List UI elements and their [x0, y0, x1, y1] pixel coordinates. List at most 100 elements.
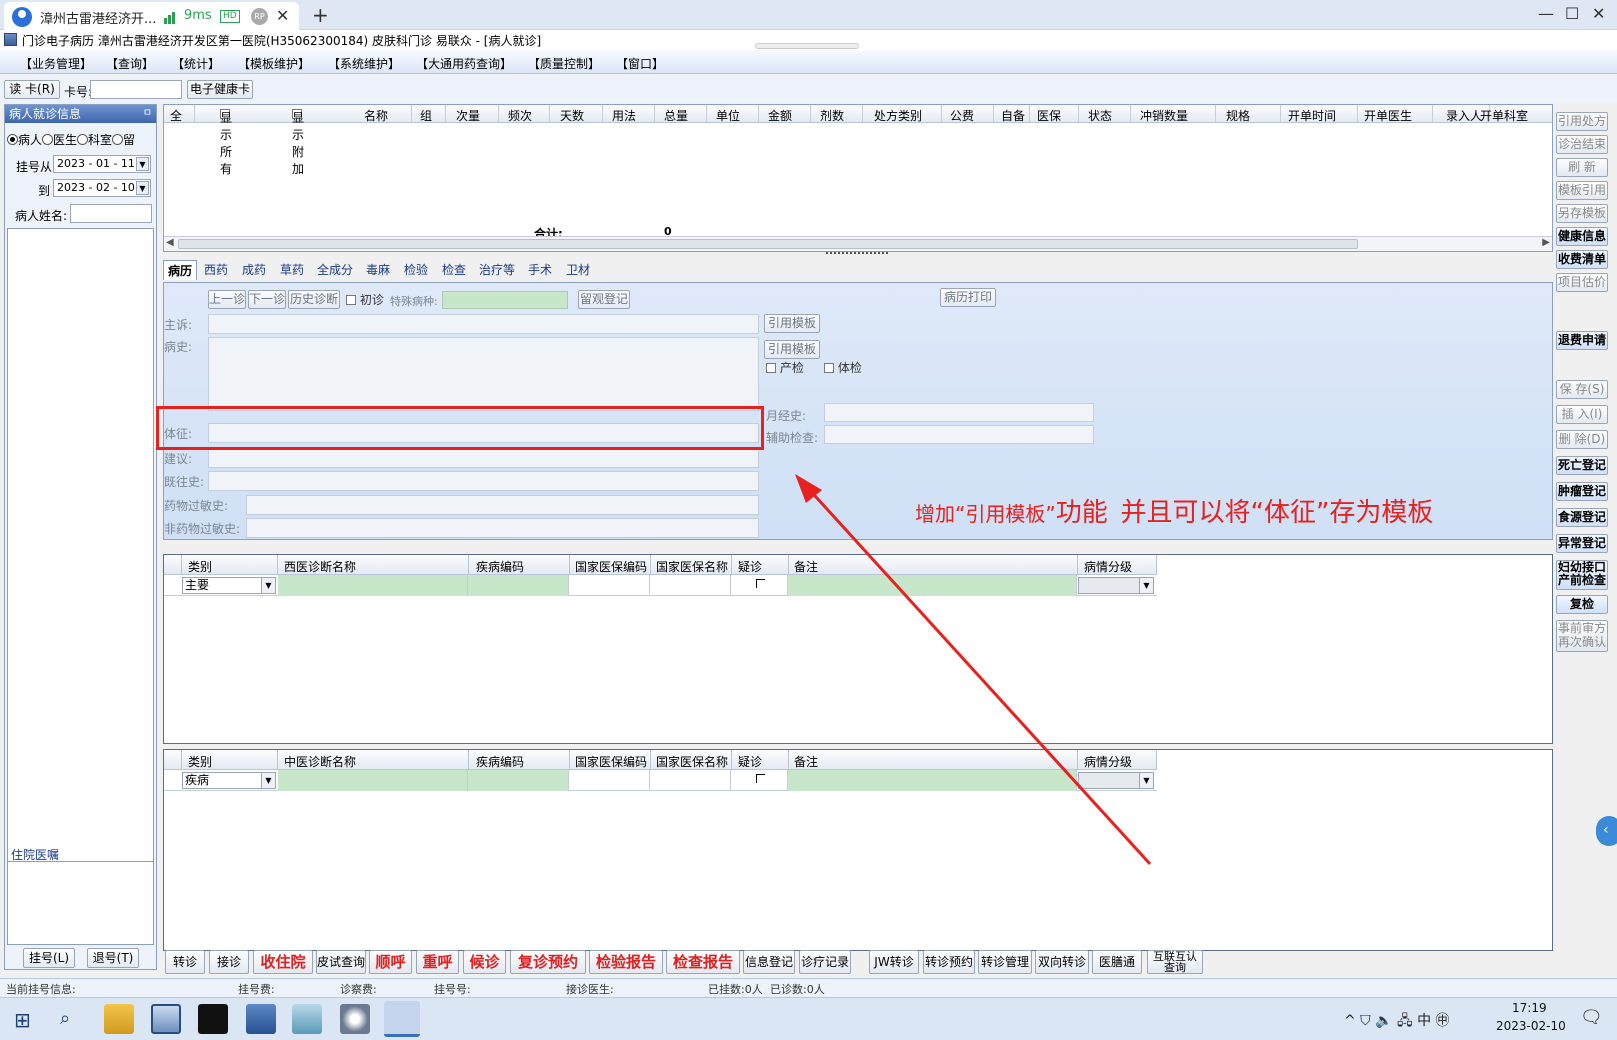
- radio-patient-label[interactable]: 病人: [18, 133, 42, 147]
- followup-appointment-button[interactable]: 复诊预约: [510, 950, 586, 974]
- remark-cell[interactable]: [788, 575, 1077, 596]
- remote-app-icon[interactable]: [151, 1004, 181, 1034]
- chevron-down-icon[interactable]: ▼: [261, 578, 275, 593]
- card-no-input[interactable]: [90, 80, 182, 99]
- severity-select[interactable]: ▼: [1078, 772, 1154, 789]
- category-select[interactable]: 主要 ▼: [182, 577, 276, 594]
- horizontal-scrollbar[interactable]: ◀ ▶: [164, 236, 1552, 251]
- print-record-button[interactable]: 病历打印: [940, 288, 996, 307]
- chevron-down-icon[interactable]: ▼: [1139, 773, 1153, 788]
- radio-doctor-label[interactable]: 医生: [53, 133, 77, 147]
- skin-test-query-button[interactable]: 皮试查询: [316, 950, 366, 974]
- next-visit-button[interactable]: 下一诊: [248, 290, 286, 309]
- tumor-register-button[interactable]: 肿瘤登记: [1556, 482, 1608, 501]
- notes-app-icon[interactable]: [292, 1004, 322, 1034]
- minimize-icon[interactable]: —: [1538, 4, 1554, 23]
- notification-icon[interactable]: 🗨: [1580, 1007, 1603, 1028]
- call-next-button[interactable]: 顺呼: [369, 950, 412, 974]
- menu-query[interactable]: 【查询】: [106, 55, 154, 72]
- file-explorer-icon[interactable]: [104, 1004, 134, 1034]
- admit-button[interactable]: 收住院: [253, 950, 313, 974]
- severity-select[interactable]: ▼: [1078, 577, 1154, 594]
- disease-code-cell[interactable]: [468, 770, 569, 791]
- first-visit-checkbox[interactable]: [346, 295, 356, 305]
- death-register-button[interactable]: 死亡登记: [1556, 456, 1608, 475]
- history-diagnosis-button[interactable]: 历史诊断: [288, 290, 340, 309]
- system-tray-icons[interactable]: ^ ⛉ 🔈 🖧 中 ㊥: [1344, 1010, 1450, 1034]
- prenatal-checkbox[interactable]: [766, 363, 776, 373]
- western-diag-name-cell[interactable]: [278, 575, 468, 596]
- nhsa-code-cell[interactable]: [569, 575, 650, 596]
- radio-dept-icon[interactable]: [77, 134, 89, 145]
- suspected-cell[interactable]: [731, 770, 788, 791]
- info-register-button[interactable]: 信息登记: [743, 950, 795, 974]
- foodborne-register-button[interactable]: 食源登记: [1556, 508, 1608, 527]
- nhsa-name-cell[interactable]: [650, 575, 731, 596]
- remote-session-tab[interactable]: 漳州古雷港经济开... 9ms HD RP ✕: [4, 2, 299, 30]
- register-button[interactable]: 挂号(L): [23, 948, 75, 968]
- tab-treatment[interactable]: 治疗等: [475, 260, 519, 280]
- unregister-button[interactable]: 退号(T): [87, 948, 139, 968]
- radio-stay-icon[interactable]: [112, 134, 124, 145]
- menu-business[interactable]: 【业务管理】: [20, 55, 92, 72]
- tab-examination[interactable]: 检查: [437, 260, 471, 280]
- treatment-record-button[interactable]: 诊疗记录: [799, 950, 851, 974]
- radio-patient-icon[interactable]: [7, 134, 18, 145]
- clock-date[interactable]: 2023-02-10: [1496, 1019, 1566, 1033]
- recheck-button[interactable]: 复检: [1556, 595, 1608, 614]
- past-history-input[interactable]: [208, 471, 759, 491]
- nhsa-name-cell[interactable]: [650, 770, 731, 791]
- scrollbar-thumb[interactable]: [178, 239, 1358, 249]
- tab-western-medicine[interactable]: 西药: [199, 260, 233, 280]
- new-tab-icon[interactable]: +: [312, 3, 329, 27]
- maximize-icon[interactable]: ☐: [1565, 4, 1579, 23]
- recall-button[interactable]: 重呼: [416, 950, 459, 974]
- history-textarea[interactable]: [208, 337, 759, 411]
- refund-request-button[interactable]: 退费申请: [1556, 331, 1608, 350]
- jw-referral-button[interactable]: JW转诊: [869, 950, 919, 974]
- scroll-right-icon[interactable]: ▶: [1542, 237, 1550, 248]
- referral-button[interactable]: 转诊: [165, 950, 205, 974]
- show-all-label[interactable]: 显示所有: [220, 109, 232, 177]
- observation-register-button[interactable]: 留观登记: [578, 290, 630, 309]
- show-extra-label[interactable]: 显示附加: [292, 109, 304, 177]
- tab-medical-record[interactable]: 病历: [163, 260, 197, 280]
- nondrug-allergy-input[interactable]: [246, 518, 759, 538]
- menstrual-input[interactable]: [824, 403, 1094, 422]
- drug-allergy-input[interactable]: [246, 495, 759, 515]
- prescription-grid[interactable]: 全 显示所有 显示附加 名称 组 次量 频次 天数 用法 总量 单位 金额 剂数…: [163, 104, 1553, 252]
- save-button[interactable]: 保 存(S): [1556, 380, 1608, 399]
- suspected-cell[interactable]: [731, 575, 788, 596]
- patient-list[interactable]: [7, 228, 154, 945]
- reg-to-date[interactable]: 2023 - 02 - 10 ▼: [53, 179, 151, 197]
- dropdown-arrow-icon[interactable]: ▼: [136, 181, 149, 195]
- patient-name-input[interactable]: [70, 204, 152, 223]
- radio-dept-label[interactable]: 科室: [88, 133, 112, 147]
- radio-doctor-icon[interactable]: [42, 134, 54, 145]
- windows-start-icon[interactable]: ⊞: [14, 1008, 31, 1032]
- tab-herbal[interactable]: 草药: [275, 260, 309, 280]
- search-icon[interactable]: ⌕: [60, 1008, 70, 1029]
- remark-cell[interactable]: [788, 770, 1077, 791]
- advice-input[interactable]: [208, 448, 759, 468]
- menu-statistics[interactable]: 【统计】: [172, 55, 220, 72]
- abnormal-register-button[interactable]: 异常登记: [1556, 534, 1608, 553]
- tab-lab-test[interactable]: 检验: [399, 260, 433, 280]
- scroll-left-icon[interactable]: ◀: [166, 237, 174, 248]
- tab-narcotics[interactable]: 毒麻: [361, 260, 395, 280]
- menu-window[interactable]: 【窗口】: [616, 55, 664, 72]
- yishantong-button[interactable]: 医膳通: [1092, 950, 1142, 974]
- cite-prescription-button[interactable]: 引用处方: [1556, 112, 1608, 131]
- item-estimate-button[interactable]: 项目估价: [1556, 273, 1608, 292]
- menu-template[interactable]: 【模板维护】: [238, 55, 310, 72]
- insert-button[interactable]: 插 入(I): [1556, 405, 1608, 424]
- tab-consumables[interactable]: 卫材: [561, 260, 595, 280]
- table-row[interactable]: 疾病 ▼ ▼: [164, 770, 1157, 791]
- settings-app-icon[interactable]: [340, 1004, 370, 1034]
- tcm-diag-name-cell[interactable]: [278, 770, 468, 791]
- special-disease-input[interactable]: [442, 291, 568, 309]
- delete-button[interactable]: 删 除(D): [1556, 430, 1608, 449]
- health-info-button[interactable]: 健康信息: [1556, 227, 1608, 246]
- prereview-confirm-button[interactable]: 事前审方再次确认: [1556, 620, 1608, 652]
- table-row[interactable]: 主要 ▼ ▼: [164, 575, 1157, 596]
